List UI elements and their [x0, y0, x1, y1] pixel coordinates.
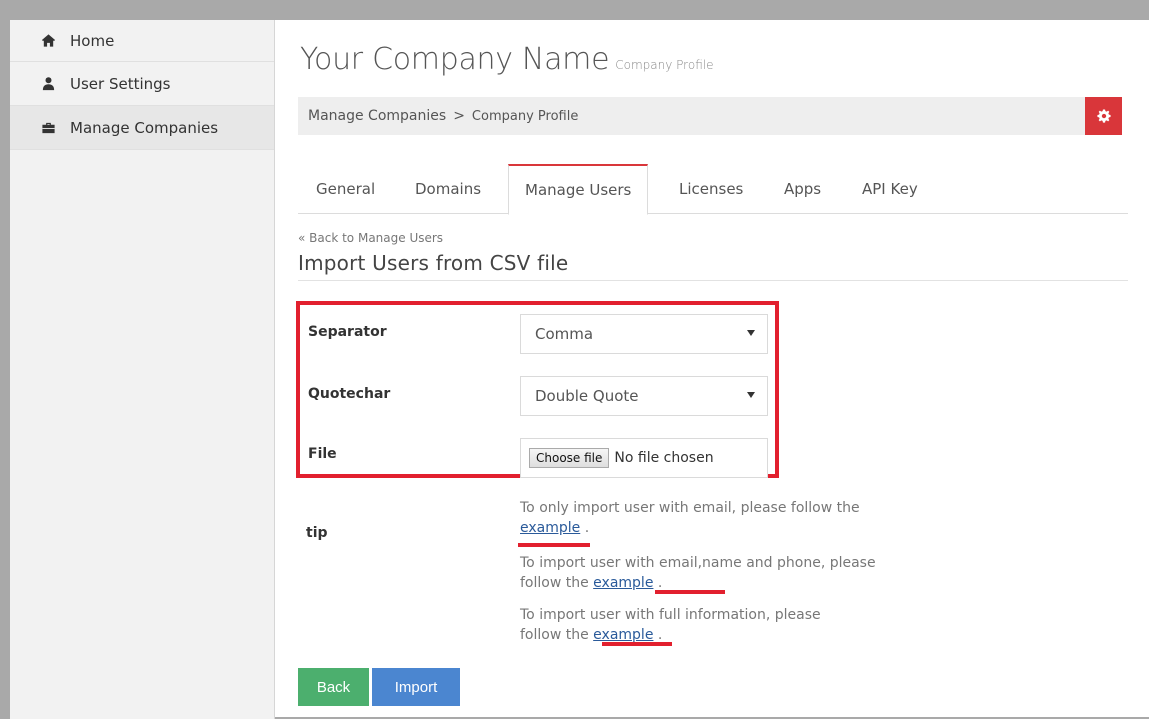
chevron-down-icon: [747, 330, 755, 336]
tip-label: tip: [306, 525, 328, 541]
back-button[interactable]: Back: [298, 668, 369, 706]
breadcrumb-parent[interactable]: Manage Companies: [308, 108, 446, 124]
breadcrumb: Manage Companies > Company Profile: [298, 97, 1085, 135]
tip-line-2: To import user with email,name and phone…: [520, 553, 880, 593]
gear-icon: [1096, 109, 1111, 123]
tip-line-3: To import user with full information, pl…: [520, 605, 860, 645]
tip-text: To only import user with email, please f…: [520, 500, 860, 516]
page-title: Your Company Name Company Profile: [300, 42, 713, 77]
example-link-email-only[interactable]: example: [520, 520, 580, 536]
separator-select[interactable]: Comma: [520, 314, 768, 354]
quotechar-value: Double Quote: [535, 387, 639, 405]
user-icon: [40, 76, 56, 92]
file-status: No file chosen: [614, 450, 714, 466]
divider: [298, 280, 1128, 281]
screenshot-frame-left: [0, 0, 10, 719]
tip-period: .: [653, 575, 663, 591]
tip-text: To import user with full information, pl…: [520, 607, 821, 643]
sidebar-item-label: Home: [70, 31, 115, 50]
sidebar-item-manage-companies[interactable]: Manage Companies: [10, 106, 274, 150]
highlight-underline: [602, 642, 672, 646]
tab-licenses[interactable]: Licenses: [679, 164, 743, 214]
back-to-manage-users-link[interactable]: « Back to Manage Users: [298, 231, 443, 245]
section-title: Import Users from CSV file: [298, 251, 569, 275]
tab-api-key[interactable]: API Key: [862, 164, 918, 214]
briefcase-icon: [40, 120, 56, 136]
tip-period: .: [580, 520, 590, 536]
tip-period: .: [653, 627, 663, 643]
import-button[interactable]: Import: [372, 668, 460, 706]
home-icon: [40, 33, 56, 49]
example-link-full-information[interactable]: example: [593, 627, 653, 643]
file-input: Choose file No file chosen: [520, 438, 768, 478]
tip-text: To import user with email,name and phone…: [520, 555, 876, 591]
sidebar-item-user-settings[interactable]: User Settings: [10, 62, 274, 106]
sidebar-item-label: User Settings: [70, 74, 171, 93]
tab-manage-users[interactable]: Manage Users: [508, 164, 649, 215]
company-name: Your Company Name: [300, 42, 610, 77]
breadcrumb-separator: >: [453, 108, 465, 124]
tab-apps[interactable]: Apps: [784, 164, 821, 214]
example-link-email-name-phone[interactable]: example: [593, 575, 653, 591]
sidebar-item-label: Manage Companies: [70, 118, 219, 137]
quotechar-select[interactable]: Double Quote: [520, 376, 768, 416]
tab-general[interactable]: General: [316, 164, 375, 214]
sidebar-item-home[interactable]: Home: [10, 20, 274, 62]
tab-domains[interactable]: Domains: [415, 164, 481, 214]
tab-bar: General Domains Manage Users Licenses Ap…: [298, 164, 1128, 215]
breadcrumb-current: Company Profile: [471, 108, 579, 124]
quotechar-label: Quotechar: [308, 386, 391, 402]
settings-button[interactable]: [1085, 97, 1122, 135]
separator-label: Separator: [308, 324, 387, 340]
file-label: File: [308, 446, 337, 462]
tip-line-1: To only import user with email, please f…: [520, 498, 940, 538]
sidebar: Home User Settings Manage Companies: [10, 20, 275, 719]
choose-file-button[interactable]: Choose file: [529, 448, 610, 468]
highlight-underline: [655, 590, 725, 594]
highlight-underline: [518, 543, 590, 547]
page-subtitle: Company Profile: [615, 58, 714, 72]
chevron-down-icon: [747, 392, 755, 398]
screenshot-frame-top: [0, 0, 1149, 20]
separator-value: Comma: [535, 325, 594, 343]
